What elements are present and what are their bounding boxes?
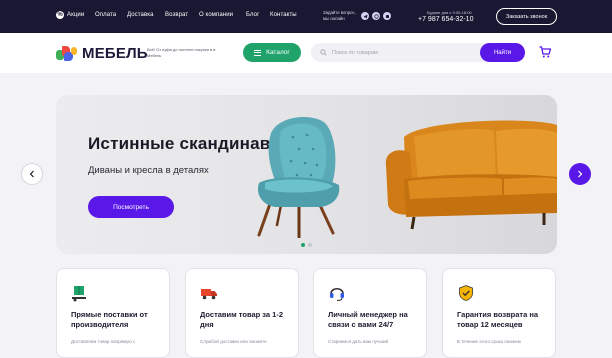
slider-dot-1[interactable]	[301, 243, 305, 247]
search-icon	[320, 49, 327, 56]
feature-text: В течение этого срока сможем	[457, 339, 521, 344]
hero-banner[interactable]: Истинные скандинавы Диваны и кресла в де…	[56, 95, 557, 254]
ask-question-text: Задайте вопрос, мы онлайн	[323, 10, 356, 21]
feature-text: Службой доставки или сможете	[200, 339, 267, 344]
logo-mark-icon	[56, 46, 78, 61]
callback-button[interactable]: Заказать звонок	[496, 8, 557, 25]
menu-icon	[254, 49, 262, 56]
nav-link-payment[interactable]: Оплата	[95, 12, 116, 18]
nav-link-promo[interactable]: Акции	[67, 12, 84, 18]
phone-number[interactable]: +7 987 654-32-10	[418, 16, 473, 23]
shield-check-icon	[459, 285, 473, 301]
feature-title: Гарантия возврата на товар 12 месяцев	[457, 310, 539, 329]
search-button[interactable]: Найти	[480, 43, 525, 62]
logo-text: МЕБЕЛЬ	[82, 45, 148, 62]
tagline: Всё! От пуфа до постели покупки в в Мебе…	[147, 47, 216, 58]
slider-dot-2[interactable]	[308, 243, 312, 247]
nav-link-about[interactable]: О компании	[199, 12, 233, 18]
truck-box-icon	[72, 286, 86, 302]
chevron-right-icon	[578, 170, 583, 178]
nav-link-delivery[interactable]: Доставка	[127, 12, 154, 18]
feature-title: Прямые поставки от производителя	[71, 310, 148, 329]
feature-text: Стараемся дать вам лучший	[328, 339, 389, 344]
top-bar: % Акции Оплата Доставка Возврат О компан…	[0, 0, 612, 33]
armchair-image	[257, 117, 340, 238]
chevron-left-icon	[29, 170, 34, 178]
next-slide-button[interactable]	[569, 163, 591, 185]
catalog-button[interactable]: Каталог	[243, 43, 301, 62]
headset-icon	[330, 287, 344, 302]
search-input[interactable]	[332, 43, 472, 62]
prev-slide-button[interactable]	[21, 163, 43, 185]
vk-icon[interactable]	[383, 12, 391, 20]
telegram-icon[interactable]	[361, 12, 369, 20]
nav-link-blog[interactable]: Блог	[246, 12, 259, 18]
feature-title: Личный менеджер на связи с вами 24/7	[328, 310, 408, 329]
nav-link-returns[interactable]: Возврат	[165, 12, 188, 18]
viber-icon[interactable]	[372, 12, 380, 20]
slider-dots	[301, 243, 312, 247]
header: МЕБЕЛЬ Всё! От пуфа до постели покупки в…	[0, 33, 612, 73]
hero-subtitle: Диваны и кресла в деталях	[88, 165, 209, 176]
search-bar: Найти	[311, 43, 525, 62]
cart-icon[interactable]	[538, 45, 552, 59]
view-button[interactable]: Посмотреть	[88, 196, 174, 218]
promo-link[interactable]: % Акции	[56, 11, 84, 19]
delivery-truck-icon	[201, 289, 217, 300]
logo[interactable]: МЕБЕЛЬ	[56, 45, 148, 62]
percent-icon: %	[56, 11, 64, 19]
working-hours: Будние дни с 9:00-18:00	[427, 10, 472, 15]
catalog-label: Каталог	[266, 49, 290, 56]
nav-link-contacts[interactable]: Контакты	[270, 12, 297, 18]
feature-text: Доставляем товар напрямую с	[71, 339, 136, 344]
feature-title: Доставим товар за 1-2 дня	[200, 310, 284, 329]
sofa-image	[385, 120, 557, 230]
